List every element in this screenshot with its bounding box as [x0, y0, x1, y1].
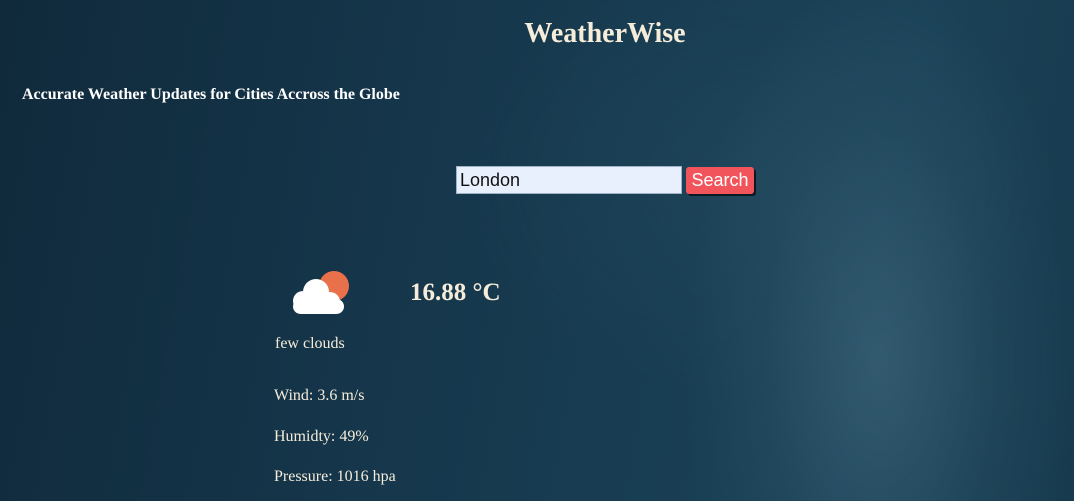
pressure: Pressure: 1016 hpa [274, 468, 396, 485]
city-search-input[interactable] [456, 166, 682, 194]
search-button[interactable]: Search [686, 167, 754, 194]
app-title: WeatherWise [524, 18, 686, 49]
humidity: Humidty: 49% [274, 428, 369, 445]
few-clouds-icon [293, 271, 349, 314]
wind-speed: Wind: 3.6 m/s [274, 387, 365, 404]
temperature-value: 16.88 °C [410, 279, 501, 306]
app-subtitle: Accurate Weather Updates for Cities Accr… [22, 86, 400, 103]
weather-description: few clouds [275, 335, 345, 352]
